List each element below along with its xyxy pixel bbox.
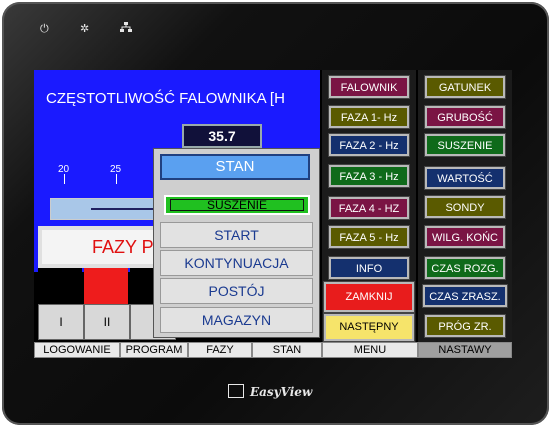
power-icon: ⏻ — [40, 22, 49, 35]
tab-logowanie[interactable]: LOGOWANIE — [34, 342, 120, 358]
menu-suszenie-button[interactable]: SUSZENIE — [424, 133, 506, 157]
start-button[interactable]: START — [160, 222, 313, 248]
menu-faza2-button[interactable]: FAZA 2 - Hz — [328, 133, 410, 157]
status-indicator: SUSZENIE — [164, 195, 310, 215]
menu-gatunek-button[interactable]: GATUNEK — [424, 75, 506, 99]
tab-fazy[interactable]: FAZY — [188, 342, 252, 358]
menu-wartosc-button[interactable]: WARTOŚĆ — [424, 166, 506, 190]
network-icon — [120, 22, 132, 36]
next-button[interactable]: NASTĘPNY — [323, 313, 415, 342]
close-button[interactable]: ZAMKNIJ — [323, 281, 415, 313]
popup-title: STAN — [160, 154, 310, 180]
phase-indicator — [84, 268, 128, 304]
frequency-display: 35.7 — [182, 124, 262, 148]
phase-indicator — [38, 268, 82, 304]
menu-faza5-button[interactable]: FAZA 5 - Hz — [328, 225, 410, 249]
menu-grubosc-button[interactable]: GRUBOŚĆ — [424, 105, 506, 129]
page-title: CZĘSTOTLIWOŚĆ FALOWNIKA [H — [46, 90, 285, 107]
menu-czas-rozg-button[interactable]: CZAS ROZG. — [424, 256, 506, 280]
brightness-icon: ✲ — [80, 22, 90, 35]
bottom-tab-bar: LOGOWANIE PROGRAM FAZY STAN MENU NASTAWY — [34, 342, 512, 358]
phase-2-button[interactable]: II — [84, 304, 130, 340]
menu-faza3-button[interactable]: FAZA 3 - Hz — [328, 164, 410, 188]
menu-czas-zrasz-button[interactable]: CZAS ZRASZ. — [422, 284, 508, 308]
tab-nastawy[interactable]: NASTAWY — [418, 342, 512, 358]
brand-name: EasyView — [250, 385, 313, 399]
menu-column-2: GATUNEK GRUBOŚĆ SUSZENIE WARTOŚĆ SONDY W… — [418, 70, 512, 342]
menu-info-button[interactable]: INFO — [328, 256, 410, 280]
stan-popup: STAN SUSZENIE START KONTYNUACJA POSTÓJ M… — [153, 148, 320, 338]
brand-logo-icon — [228, 384, 244, 398]
menu-prog-zr-button[interactable]: PRÓG ZR. — [424, 314, 506, 338]
menu-faza4-button[interactable]: FAZA 4 - HZ — [328, 196, 410, 220]
menu-column-1: FALOWNIK FAZA 1- Hz FAZA 2 - Hz FAZA 3 -… — [322, 70, 416, 342]
brand-logo: EasyView — [228, 384, 312, 399]
kontynuacja-button[interactable]: KONTYNUACJA — [160, 250, 313, 276]
tab-menu[interactable]: MENU — [322, 342, 418, 358]
phase-1-button[interactable]: I — [38, 304, 84, 340]
menu-faza1-button[interactable]: FAZA 1- Hz — [328, 105, 410, 129]
menu-sondy-button[interactable]: SONDY — [424, 195, 506, 219]
menu-falownik-button[interactable]: FALOWNIK — [328, 75, 410, 99]
postoj-button[interactable]: POSTÓJ — [160, 278, 313, 304]
tab-program[interactable]: PROGRAM — [120, 342, 188, 358]
menu-wilg-konc-button[interactable]: WILG. KOŃC — [424, 225, 506, 249]
magazyn-button[interactable]: MAGAZYN — [160, 307, 313, 333]
tab-stan[interactable]: STAN — [252, 342, 322, 358]
